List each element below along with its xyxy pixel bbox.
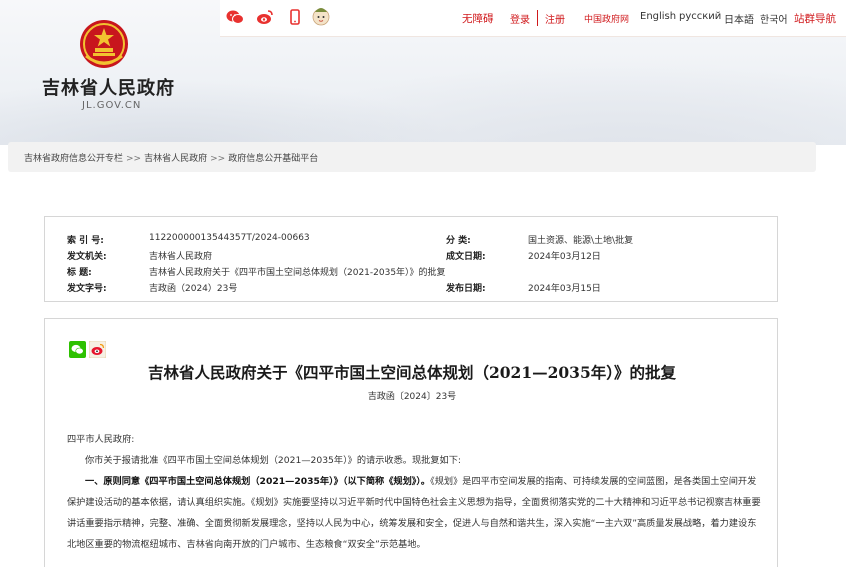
breadcrumb-item-platform[interactable]: 政府信息公开基础平台 — [228, 154, 318, 164]
document-paragraph-1-heading: 一、原则同意《四平市国土空间总体规划（2021—2035年）》（以下简称《规划》… — [85, 476, 431, 487]
wechat-share-icon[interactable] — [69, 341, 86, 358]
document-title: 吉林省人民政府关于《四平市国土空间总体规划（2021—2035年）》的批复 — [147, 363, 677, 382]
lang-russian-link[interactable]: русский — [679, 11, 721, 22]
register-link[interactable]: 注册 — [545, 11, 565, 26]
index-value: 11220000013544357T/2024-00663 — [149, 233, 310, 243]
document-salutation: 四平市人民政府: — [67, 434, 135, 445]
published-date-value: 2024年03月15日 — [528, 284, 601, 294]
category-label: 分 类: — [446, 236, 471, 246]
weibo-share-icon[interactable] — [89, 341, 106, 358]
title-label: 标 题: — [67, 268, 92, 278]
lang-korean-link[interactable]: 한국어 — [760, 11, 788, 26]
lang-english-link[interactable]: English — [640, 11, 676, 22]
login-link[interactable]: 登录 — [510, 11, 530, 26]
national-emblem-icon — [80, 20, 128, 68]
document-content: 吉林省人民政府关于《四平市国土空间总体规划（2021—2035年）》的批复 吉政… — [44, 318, 778, 567]
created-date-value: 2024年03月12日 — [528, 252, 601, 262]
title-value: 吉林省人民政府关于《四平市国土空间总体规划（2021-2035年）》的批复 — [149, 268, 446, 278]
document-metadata-table: 索 引 号: 11220000013544357T/2024-00663 分 类… — [44, 216, 778, 302]
category-value: 国土资源、能源\土地\批复 — [528, 236, 634, 246]
doc-number-value: 吉政函（2024）23号 — [149, 284, 238, 294]
wechat-icon[interactable] — [226, 8, 244, 26]
breadcrumb-separator: >> — [210, 154, 226, 164]
mascot-icon[interactable] — [311, 4, 331, 28]
breadcrumb: 吉林省政府信息公开专栏 >> 吉林省人民政府 >> 政府信息公开基础平台 — [8, 142, 816, 172]
banner-landscape-right — [250, 60, 846, 145]
breadcrumb-trail: 吉林省政府信息公开专栏 >> 吉林省人民政府 >> 政府信息公开基础平台 — [24, 151, 318, 164]
site-nav-link[interactable]: 站群导航 — [794, 11, 836, 26]
lang-japanese-link[interactable]: 日本語 — [724, 11, 754, 26]
mobile-icon[interactable] — [286, 8, 304, 26]
document-intro: 你市关于报请批准《四平市国土空间总体规划（2021—2035年）》的请示收悉。现… — [85, 455, 462, 466]
published-date-label: 发布日期: — [446, 284, 486, 294]
created-date-label: 成文日期: — [446, 252, 486, 262]
breadcrumb-item-info-column[interactable]: 吉林省政府信息公开专栏 — [24, 154, 123, 164]
document-paragraph-1-text: 《规划》是四平市空间发展的指南、可持续发展的空间蓝图，是各类国土空间开发保护建设… — [67, 476, 761, 550]
login-divider — [537, 10, 538, 26]
document-number: 吉政函〔2024〕23号 — [367, 392, 457, 402]
site-name[interactable]: 吉林省人民政府 — [42, 74, 175, 100]
site-domain: JL.GOV.CN — [82, 100, 142, 111]
document-body: 四平市人民政府: 你市关于报请批准《四平市国土空间总体规划（2021—2035年… — [67, 429, 761, 555]
issuer-label: 发文机关: — [67, 252, 107, 262]
doc-number-label: 发文字号: — [67, 284, 107, 294]
issuer-value: 吉林省人民政府 — [149, 252, 213, 262]
breadcrumb-item-government[interactable]: 吉林省人民政府 — [144, 154, 207, 164]
accessibility-link[interactable]: 无障碍 — [462, 11, 494, 26]
weibo-icon[interactable] — [256, 8, 274, 26]
index-label: 索 引 号: — [67, 236, 104, 246]
document-paragraph-1: 一、原则同意《四平市国土空间总体规划（2021—2035年）》（以下简称《规划》… — [67, 471, 761, 555]
breadcrumb-separator: >> — [126, 154, 142, 164]
gov-cn-link[interactable]: 中国政府网 — [584, 12, 629, 25]
